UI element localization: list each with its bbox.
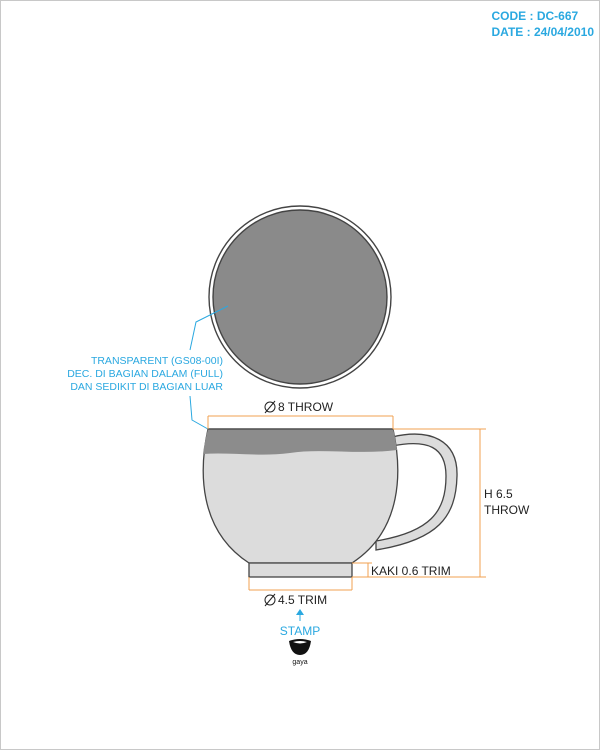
gaya-logo: gaya: [289, 639, 311, 666]
gaya-logo-text: gaya: [292, 659, 307, 666]
drawing-sheet: CODE : DC-667 DATE : 24/04/2010 TRANSPAR…: [0, 0, 600, 750]
diameter-symbol-top: [264, 400, 276, 414]
height-label-line-1: H 6.5: [484, 487, 513, 501]
annotation-line-3: DAN SEDIKIT DI BAGIAN LUAR: [70, 381, 223, 393]
top-view-inner-glaze: [212, 209, 388, 385]
diameter-symbol-base: [264, 593, 276, 607]
foot-label: KAKI 0.6 TRIM: [371, 564, 451, 578]
annotation-line-1: TRANSPARENT (GS08-00I): [91, 355, 223, 367]
cup-technical-drawing: TRANSPARENT (GS08-00I) DEC. DI BAGIAN DA…: [67, 205, 530, 666]
stamp-label: STAMP: [280, 624, 320, 638]
top-view: [208, 205, 392, 389]
top-diameter-label: 8 THROW: [278, 400, 334, 414]
cup-foot: [248, 562, 353, 578]
stamp-callout: STAMP gaya: [280, 609, 320, 666]
side-view: [202, 428, 458, 578]
outer-glaze-band: [203, 429, 397, 455]
annotation-text: TRANSPARENT (GS08-00I) DEC. DI BAGIAN DA…: [67, 355, 223, 393]
base-diameter-label: 4.5 TRIM: [278, 593, 327, 607]
stamp-arrow-head: [296, 609, 304, 615]
annotation-line-2: DEC. DI BAGIAN DALAM (FULL): [67, 368, 223, 380]
height-label-line-2: THROW: [484, 503, 530, 517]
